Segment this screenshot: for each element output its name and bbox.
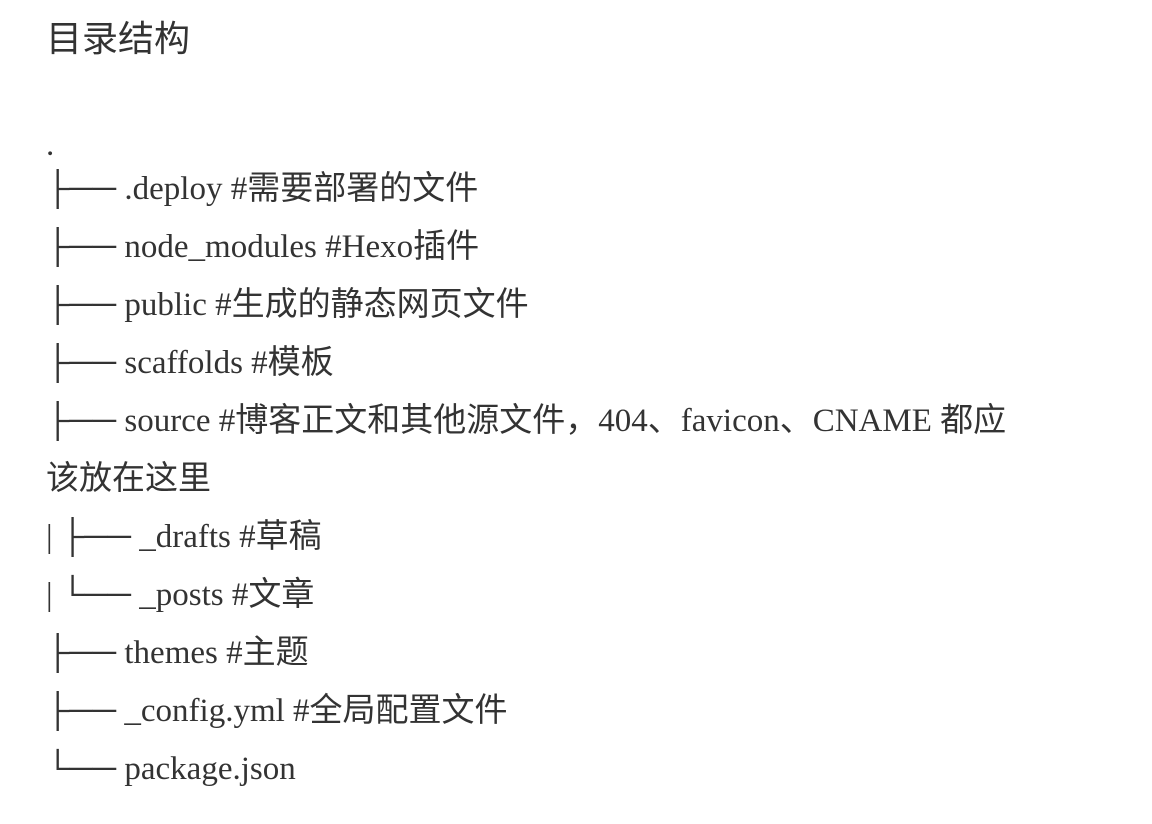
tree-root: . bbox=[46, 130, 55, 160]
tree-item-package-json: └── package.json bbox=[46, 751, 296, 787]
directory-tree: . ├── .deploy #需要部署的文件 ├── node_modules … bbox=[46, 130, 1146, 798]
tree-item-deploy: ├── .deploy #需要部署的文件 bbox=[46, 171, 479, 207]
document-page: 目录结构 . ├── .deploy #需要部署的文件 ├── node_mod… bbox=[0, 0, 1152, 824]
tree-item-scaffolds: ├── scaffolds #模板 bbox=[46, 345, 334, 381]
page-title: 目录结构 bbox=[46, 19, 191, 60]
tree-item-public: ├── public #生成的静态网页文件 bbox=[46, 287, 529, 323]
tree-item-themes: ├── themes #主题 bbox=[46, 635, 309, 671]
tree-item-posts: | └── _posts #文章 bbox=[46, 577, 315, 613]
tree-item-drafts: | ├── _drafts #草稿 bbox=[46, 519, 322, 555]
tree-item-config: ├── _config.yml #全局配置文件 bbox=[46, 693, 508, 729]
tree-item-source-continued: 该放在这里 bbox=[46, 461, 211, 497]
tree-item-node-modules: ├── node_modules #Hexo插件 bbox=[46, 229, 480, 265]
tree-item-source: ├── source #博客正文和其他源文件，404、favicon、CNAME… bbox=[46, 403, 1007, 439]
